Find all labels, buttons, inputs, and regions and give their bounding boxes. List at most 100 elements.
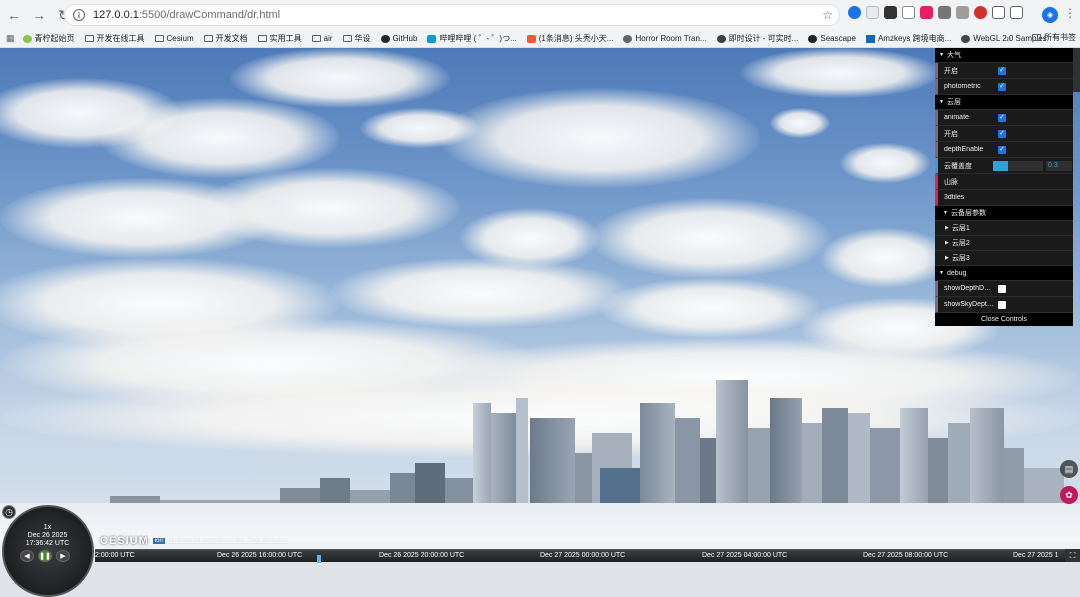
folder-layer-3[interactable]: ▶ 云层3 [935,251,1073,266]
cloud [100,98,340,178]
building [1024,468,1064,508]
credits-link[interactable]: Upgrade for commercial use. Data attribu… [169,538,288,544]
clouds-enable-checkbox[interactable] [998,129,1006,138]
triangle-right-icon: ▶ [945,225,949,231]
bookmark-item[interactable]: Seascape [808,34,856,43]
coverage-input[interactable]: 0.3 [1046,161,1072,171]
menu-kebab-icon[interactable]: ⋮ [1064,6,1076,20]
site-info-icon[interactable]: i [73,9,85,21]
photometric-checkbox[interactable] [998,82,1006,91]
show-sky-row[interactable]: showSkyDepth··· [935,297,1073,313]
bookmark-item[interactable]: Cesium [154,34,194,43]
animate-row[interactable]: animate [935,110,1073,126]
show-depth-checkbox[interactable] [998,285,1006,293]
folder-layer-1[interactable]: ▶ 云层1 [935,221,1073,236]
folder-layer-2[interactable]: ▶ 云层2 [935,236,1073,251]
coverage-row[interactable]: 云覆盖度 0.3 [935,158,1073,174]
animation-speed: 1x [43,524,52,531]
address-bar[interactable]: i 127.0.0.1:5500/drawCommand/dr.html ☆ [64,4,840,26]
folder-debug[interactable]: ▼ debug [935,266,1073,281]
extension-icon[interactable] [902,6,915,19]
cloud [200,168,460,248]
folder-icon [311,35,321,42]
triangle-down-icon: ▼ [939,99,944,105]
layers-icon[interactable]: ▤ [1060,460,1078,478]
folder-atmosphere[interactable]: ▼ 大气 [935,48,1073,63]
triangle-down-icon: ▼ [939,52,944,58]
atmosphere-enable-row[interactable]: 开启 [935,63,1073,79]
extension-icon[interactable] [866,6,879,19]
extension-icon[interactable] [974,6,987,19]
bookmark-item[interactable]: 即时设计 - 可实时... [716,33,798,44]
cesium-viewport[interactable] [0,48,1080,562]
profile-avatar[interactable]: ◉ [1042,7,1058,23]
bookmark-item[interactable]: 实用工具 [257,33,302,44]
bookmark-item[interactable]: Amzkeys 跨境电商... [865,33,951,44]
extension-icon[interactable] [920,6,933,19]
atmosphere-enable-checkbox[interactable] [998,66,1006,75]
building [516,398,528,508]
all-bookmarks-button[interactable]: 所有书签 [1032,32,1076,43]
bookmark-item[interactable]: GitHub [380,34,417,43]
seascape-icon [808,34,818,43]
extension-icon[interactable] [884,6,897,19]
tiles-button[interactable]: 3dtiles [935,190,1073,206]
pause-icon[interactable]: ❚❚ [38,550,52,562]
timeline[interactable]: 2:00:00 UTC Dec 26 2025 16:00:00 UTC Dec… [95,549,1065,563]
bookmark-item[interactable]: Horror Room Tran... [623,34,707,43]
apps-grid-icon[interactable]: ▦ [6,33,15,44]
animation-time: 17:36:42 UTC [25,540,70,547]
ion-badge: ion [152,538,165,544]
show-depth-row[interactable]: showDepthDeb··· [935,281,1073,297]
clock-icon[interactable]: ◷ [2,505,16,519]
cesium-logo: CESIUM [100,535,149,547]
animation-buttons: ◀ ❚❚ ▶ [20,550,70,562]
bookmark-item[interactable]: air [311,34,333,43]
extension-icon[interactable] [938,6,951,19]
row-label: 山脉 [944,178,958,186]
credits: CESIUM ion Upgrade for commercial use. D… [100,535,288,547]
animate-checkbox[interactable] [998,113,1006,122]
fullscreen-icon[interactable]: ⛶ [1065,549,1080,562]
timeline-tick-label: Dec 26 2025 16:00:00 UTC [217,552,303,559]
bookmark-label: 实用工具 [269,34,302,43]
play-reverse-icon[interactable]: ◀ [20,550,34,562]
url-text[interactable]: 127.0.0.1:5500/drawCommand/dr.html [93,9,280,21]
bookmark-item[interactable]: 开发在线工具 [84,33,145,44]
puzzle-icon[interactable] [992,6,1005,19]
bookmark-item[interactable]: 开发文档 [203,33,248,44]
animation-date: Dec 26 2025 [27,532,68,539]
folder-cloud-params[interactable]: ▼ 云备层参数 [935,206,1073,221]
scrollbar-handle[interactable] [1073,48,1080,92]
building [928,438,948,508]
bookmarks-more-button[interactable]: » [1006,33,1011,43]
amz-icon [865,34,875,43]
extension-icon[interactable] [956,6,969,19]
row-label: showDepthDeb··· [944,285,994,292]
download-icon[interactable] [1010,6,1023,19]
close-controls-button[interactable]: Close Controls [935,313,1073,326]
bookmark-star-icon[interactable]: ☆ [822,8,833,22]
bookmark-label: air [323,34,333,43]
depth-enable-checkbox[interactable] [998,145,1006,154]
coverage-slider[interactable] [993,161,1043,171]
bookmark-item[interactable]: 华设 [342,33,371,44]
back-icon[interactable]: ← [3,4,25,26]
bookmark-item[interactable]: (1条消息) 头秃小天... [526,33,613,44]
row-label: 开启 [944,67,958,75]
extension-icon[interactable] [848,6,861,19]
play-forward-icon[interactable]: ▶ [56,550,70,562]
depth-enable-row[interactable]: depthEnable [935,142,1073,158]
url-path: :5500/drawCommand/dr.html [138,9,281,21]
clouds-enable-row[interactable]: 开启 [935,126,1073,142]
folder-clouds[interactable]: ▼ 云层 [935,95,1073,110]
bookmark-item[interactable]: 青柠起始页 [22,33,75,44]
photometric-row[interactable]: photometric [935,79,1073,95]
triangle-right-icon: ▶ [945,255,949,261]
show-sky-checkbox[interactable] [998,301,1006,309]
mountain-button[interactable]: 山脉 [935,174,1073,190]
inspector-icon[interactable]: ✿ [1060,486,1078,504]
folder-title: 云备层参数 [950,210,986,217]
forward-icon[interactable]: → [28,4,50,26]
bookmark-item[interactable]: 哔哩哔哩 ( ゜- ゜)つ... [427,33,517,44]
